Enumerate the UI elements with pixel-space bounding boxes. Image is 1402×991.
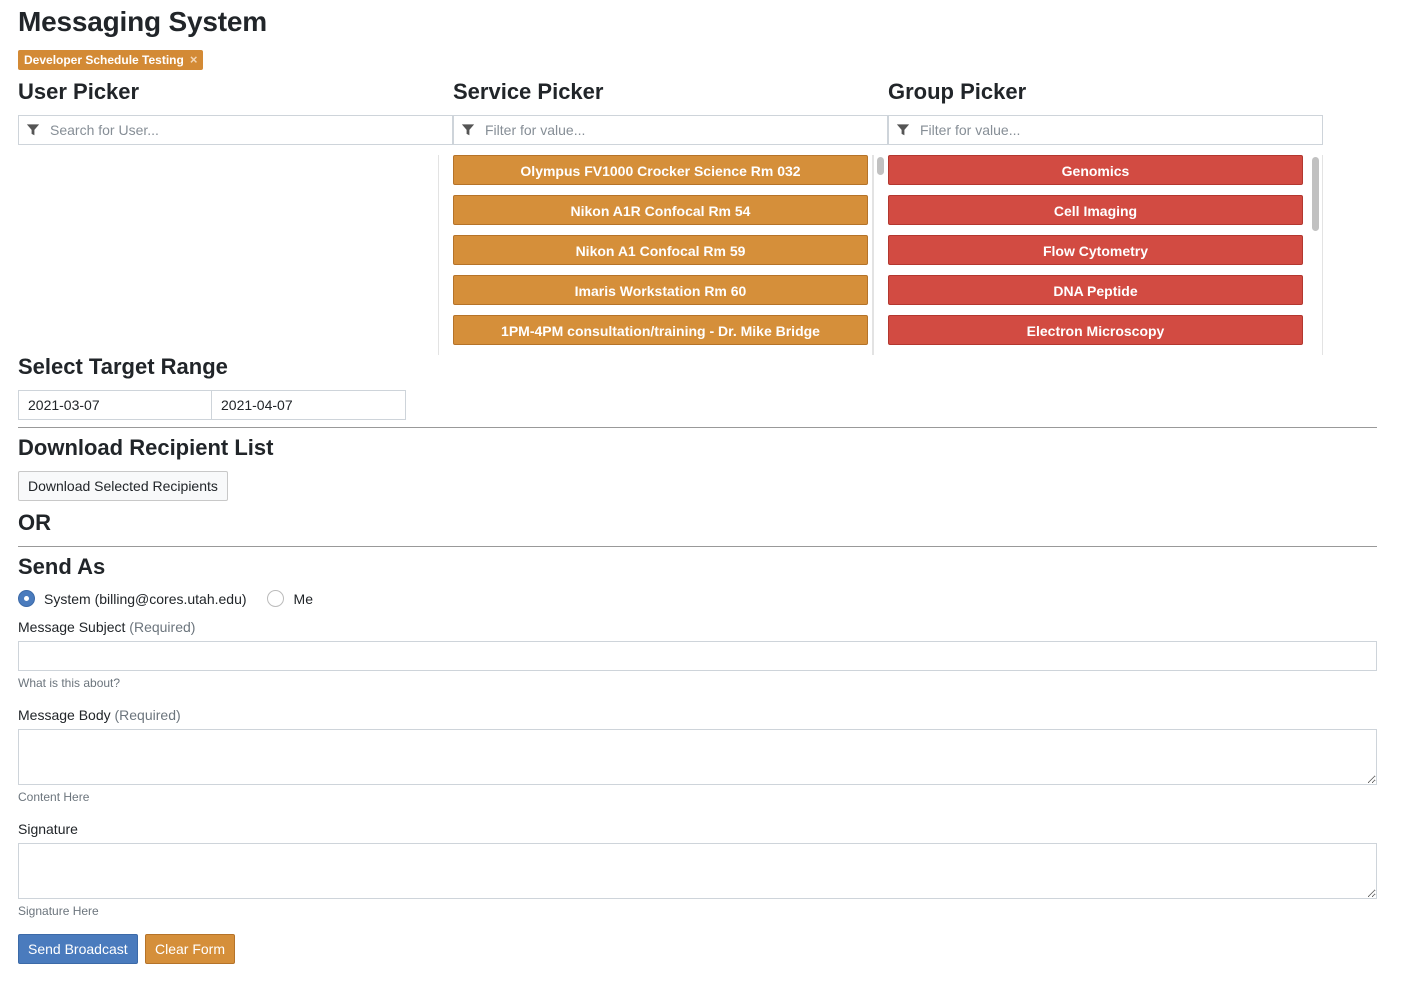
subject-help: What is this about? [18, 676, 121, 690]
or-label: OR [18, 510, 51, 535]
body-textarea[interactable] [18, 729, 1377, 785]
service-item[interactable]: Nikon A1R Confocal Rm 54 [453, 195, 868, 225]
required-indicator: (Required) [129, 619, 196, 635]
subject-input[interactable] [18, 641, 1377, 671]
download-title: Download Recipient List [18, 435, 274, 460]
filter-tag: Developer Schedule Testing × [18, 50, 204, 70]
subject-label-text: Message Subject [18, 619, 126, 635]
download-recipients-button[interactable]: Download Selected Recipients [18, 471, 228, 501]
group-filter-input[interactable] [918, 121, 1278, 139]
group-picker-title: Group Picker [888, 79, 1027, 104]
send-as-me-label: Me [293, 590, 313, 607]
send-as-options: System (billing@cores.utah.edu) Me [18, 590, 313, 607]
send-as-system-label: System (billing@cores.utah.edu) [44, 590, 247, 607]
filter-tag-label: Developer Schedule Testing [24, 53, 184, 67]
send-broadcast-button[interactable]: Send Broadcast [18, 934, 138, 964]
user-search-input[interactable] [48, 121, 408, 139]
target-range-title: Select Target Range [18, 354, 228, 379]
group-item[interactable]: DNA Peptide [888, 275, 1303, 305]
group-filter-field [888, 115, 1323, 145]
end-date-input[interactable] [211, 390, 406, 420]
divider [18, 427, 1377, 428]
close-icon[interactable]: × [190, 50, 198, 70]
service-item[interactable]: Olympus FV1000 Crocker Science Rm 032 [453, 155, 868, 185]
page-title: Messaging System [18, 6, 267, 37]
send-as-me-radio[interactable] [266, 590, 284, 607]
group-item[interactable]: Genomics [888, 155, 1303, 185]
service-list[interactable]: Olympus FV1000 Crocker Science Rm 032 Ni… [438, 155, 873, 355]
filter-icon [896, 124, 910, 136]
send-as-title: Send As [18, 554, 106, 579]
clear-form-button[interactable]: Clear Form [145, 934, 236, 964]
service-item[interactable]: Nikon A1 Confocal Rm 59 [453, 235, 868, 265]
group-list[interactable]: Genomics Cell Imaging Flow Cytometry DNA… [873, 155, 1323, 355]
group-item[interactable]: Electron Microscopy [888, 315, 1303, 345]
signature-help: Signature Here [18, 904, 99, 918]
body-help: Content Here [18, 790, 90, 804]
group-item[interactable]: Cell Imaging [888, 195, 1303, 225]
signature-textarea[interactable] [18, 843, 1377, 899]
signature-label: Signature [18, 821, 78, 837]
service-item[interactable]: Imaris Workstation Rm 60 [453, 275, 868, 305]
group-item[interactable]: Flow Cytometry [888, 235, 1303, 265]
divider [18, 546, 1377, 547]
body-label-text: Message Body [18, 707, 111, 723]
user-search-field [18, 115, 453, 145]
filter-icon [26, 124, 40, 136]
service-item[interactable]: 1PM-4PM consultation/training - Dr. Mike… [453, 315, 868, 345]
service-filter-input[interactable] [483, 121, 843, 139]
required-indicator: (Required) [114, 707, 181, 723]
service-picker-title: Service Picker [453, 79, 604, 104]
user-picker-title: User Picker [18, 79, 140, 104]
send-as-system-radio[interactable] [18, 590, 35, 607]
subject-label: Message Subject (Required) [18, 619, 195, 635]
filter-icon [461, 124, 475, 136]
service-filter-field [453, 115, 888, 145]
start-date-input[interactable] [18, 390, 212, 420]
group-list-scrollbar[interactable] [1312, 157, 1319, 231]
body-label: Message Body (Required) [18, 707, 181, 723]
